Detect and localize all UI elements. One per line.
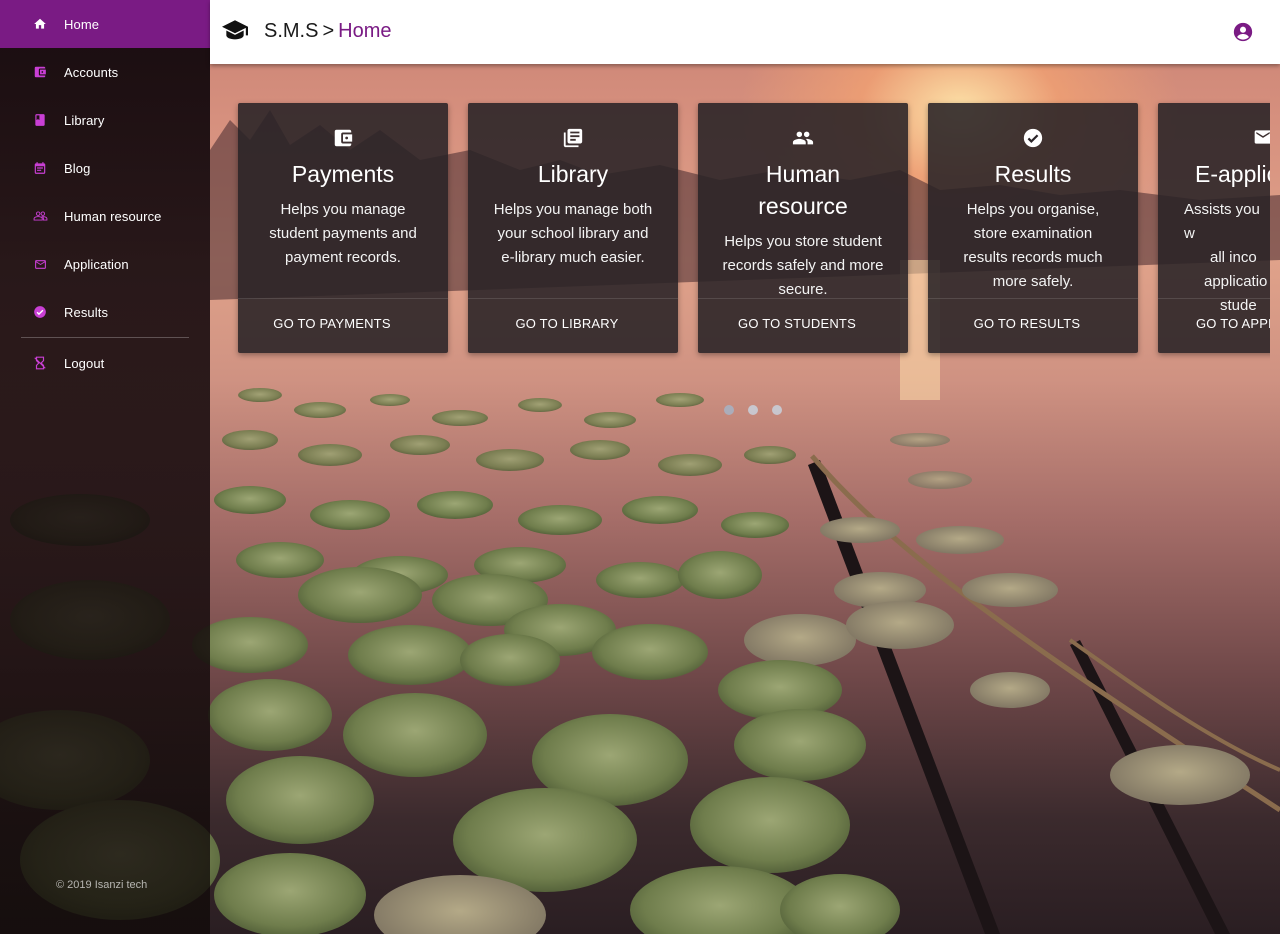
sidebar-item-application[interactable]: Application (0, 240, 210, 288)
go-to-payments-button[interactable]: GO TO PAYMENTS (238, 316, 448, 331)
check-circle-icon (928, 127, 1138, 151)
card-description: Helps you manage both your school librar… (493, 201, 653, 266)
card-payments: Payments Helps you manage student paymen… (238, 103, 448, 353)
sidebar-item-label: Library (64, 112, 105, 128)
sidebar-item-label: Home (64, 16, 100, 32)
sidebar-item-label: Blog (64, 160, 91, 176)
card-title: Payments (291, 161, 395, 187)
logout-icon (32, 355, 48, 371)
card-description: Helps you organise, store examination re… (963, 201, 1103, 290)
check-circle-icon (32, 304, 48, 320)
sidebar-item-library[interactable]: Library (0, 96, 210, 144)
graduation-cap-icon (222, 19, 248, 43)
carousel-dot-2[interactable] (748, 405, 758, 415)
go-to-applications-button[interactable]: GO TO APPL (1196, 316, 1270, 331)
top-app-bar: S.M.S > Home (210, 0, 1280, 64)
card-results: Results Helps you organise, store examin… (928, 103, 1138, 353)
calendar-note-icon (32, 160, 48, 176)
mail-icon (1158, 127, 1270, 151)
sidebar-item-label: Accounts (64, 64, 119, 80)
card-human-resource: Human resource Helps you store student r… (698, 103, 908, 353)
feature-cards-carousel: Payments Helps you manage student paymen… (210, 64, 1270, 384)
card-actions: GO TO LIBRARY (468, 298, 678, 353)
home-icon (32, 16, 48, 32)
card-title: Human resource (758, 161, 848, 219)
sidebar-item-label: Logout (64, 355, 105, 371)
card-actions: GO TO PAYMENTS (238, 298, 448, 353)
mail-icon (32, 256, 48, 272)
book-icon (32, 112, 48, 128)
card-description: Helps you manage student payments and pa… (269, 201, 417, 266)
carousel-dot-1[interactable] (724, 405, 734, 415)
card-title: E-applic (1195, 161, 1270, 187)
card-actions: GO TO RESULTS (928, 298, 1138, 353)
breadcrumb-separator: > (322, 20, 335, 42)
sidebar-item-accounts[interactable]: Accounts (0, 48, 210, 96)
sidebar-item-blog[interactable]: Blog (0, 144, 210, 192)
sidebar-item-human-resource[interactable]: Human resource (0, 192, 210, 240)
sidebar-divider (21, 337, 189, 338)
sidebar-item-logout[interactable]: Logout (0, 339, 210, 387)
card-e-application: E-applic Assists you w all inco applicat… (1158, 103, 1270, 353)
card-library: Library Helps you manage both your schoo… (468, 103, 678, 353)
sidebar-item-label: Human resource (64, 208, 162, 224)
people-icon (698, 127, 908, 151)
sidebar-item-label: Application (64, 256, 129, 272)
card-actions: GO TO STUDENTS (698, 298, 908, 353)
sidebar-item-label: Results (64, 304, 109, 320)
go-to-library-button[interactable]: GO TO LIBRARY (468, 316, 678, 331)
go-to-students-button[interactable]: GO TO STUDENTS (698, 316, 908, 331)
go-to-results-button[interactable]: GO TO RESULTS (928, 316, 1138, 331)
sidebar: Home Accounts Library Blog Human resourc… (0, 0, 210, 934)
sidebar-item-results[interactable]: Results (0, 288, 210, 336)
card-actions: GO TO APPL (1158, 298, 1270, 353)
card-title: Results (994, 161, 1072, 187)
account-circle-icon[interactable] (1232, 21, 1254, 43)
sidebar-item-home[interactable]: Home (0, 0, 210, 48)
card-title: Library (537, 161, 609, 187)
breadcrumb-current[interactable]: Home (338, 20, 391, 42)
library-books-icon (468, 127, 678, 151)
carousel-pagination (724, 405, 782, 415)
wallet-icon (238, 127, 448, 151)
card-description: Helps you store student records safely a… (722, 233, 884, 298)
breadcrumb: S.M.S > Home (264, 20, 392, 43)
copyright-text: © 2019 Isanzi tech (56, 879, 148, 891)
people-icon (32, 208, 48, 224)
wallet-icon (32, 64, 48, 80)
app-brand: S.M.S (264, 20, 319, 42)
carousel-dot-3[interactable] (772, 405, 782, 415)
